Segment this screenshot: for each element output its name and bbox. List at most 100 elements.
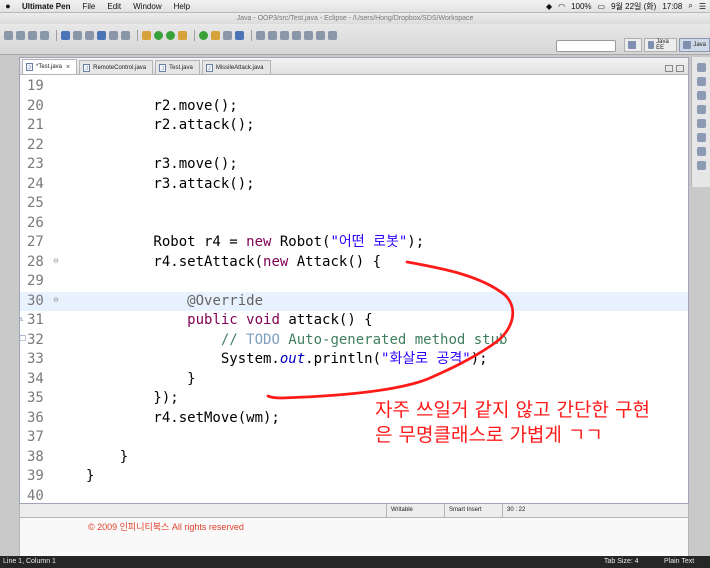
code-line[interactable]: 20 r2.move(); [20,97,688,117]
code-line[interactable]: 38 } [20,448,688,468]
menu-app-name[interactable]: Ultimate Pen [16,2,76,11]
code-text[interactable]: } [86,370,195,390]
code-text[interactable]: r2.move(); [86,97,237,117]
code-line[interactable]: 27 Robot r4 = new Robot("어떤 로봇"); [20,233,688,253]
open-perspective-button[interactable] [624,38,642,52]
line-number[interactable]: 31 [27,311,55,331]
back-icon[interactable] [316,30,325,40]
external-tools-icon[interactable] [178,30,187,40]
plugin-icon[interactable] [109,30,118,40]
maximize-icon[interactable] [676,65,684,72]
code-line[interactable]: 24 r3.attack(); [20,175,688,195]
code-text[interactable]: r3.move(); [86,155,237,175]
toggle-breadcrumb-icon[interactable] [280,30,289,40]
task-list-icon[interactable] [697,91,706,100]
fold-toggle-icon[interactable]: ⊖ [53,258,59,265]
toggle-icon[interactable] [121,30,130,40]
terminal-icon[interactable] [73,30,82,40]
code-line[interactable]: 30 ⊖ @Override [20,291,688,312]
mark-occurrences-icon[interactable] [268,30,277,40]
server-icon[interactable] [97,30,106,40]
code-text[interactable]: r4.setMove(wm); [86,409,279,429]
line-number[interactable]: 27 [27,233,55,253]
javadoc-icon[interactable] [697,119,706,128]
new-package-icon[interactable] [211,30,220,40]
line-number[interactable]: 37 [27,428,55,448]
line-number[interactable]: 39 [27,467,55,487]
line-number[interactable]: 22 [27,136,55,156]
status-line-column[interactable]: Line 1, Column 1 [3,556,56,568]
wifi-icon[interactable]: ◠ [558,2,565,11]
line-number[interactable]: 28 [27,253,55,273]
code-text[interactable]: } [86,448,128,468]
code-line[interactable]: 33 System.out.println("화살로 공격"); [20,350,688,370]
status-tab-size[interactable]: Tab Size: 4 [604,556,639,568]
save-all-icon[interactable] [28,30,37,40]
menu-help[interactable]: Help [168,2,196,11]
code-text[interactable]: r2.attack(); [86,116,254,136]
debug-icon[interactable] [154,30,163,40]
code-line[interactable]: 31 ▵ public void attack() { [20,311,688,331]
apple-menu-icon[interactable]: ● [0,1,16,11]
quick-access-input[interactable] [556,40,616,52]
tab-missile-attack-java[interactable]: J MissileAttack.java [201,60,271,74]
code-line[interactable]: 34 } [20,370,688,390]
forward-icon[interactable] [328,30,337,40]
line-number[interactable]: 40 [27,487,55,504]
line-number[interactable]: 30 [27,292,55,312]
code-line[interactable]: 28 ⊖ r4.setAttack(new Attack() { [20,253,688,273]
code-line[interactable]: 40 [20,487,688,504]
line-number[interactable]: 33 [27,350,55,370]
print-icon[interactable] [40,30,49,40]
code-line[interactable]: 22 [20,136,688,156]
code-line[interactable]: 21 r2.attack(); [20,116,688,136]
code-line[interactable]: 25 [20,194,688,214]
tab-test-java-dirty[interactable]: J *Test.java × [22,59,78,74]
save-icon[interactable] [16,30,25,40]
menu-edit[interactable]: Edit [101,2,127,11]
restore-icon[interactable] [697,63,706,72]
bug-icon[interactable] [142,30,151,40]
code-line[interactable]: 23 r3.move(); [20,155,688,175]
line-number[interactable]: 24 [27,175,55,195]
problems-icon[interactable] [697,105,706,114]
code-text[interactable]: public void attack() { [86,311,372,331]
open-type-icon[interactable] [223,30,232,40]
menu-window[interactable]: Window [127,2,167,11]
outline-icon[interactable] [697,77,706,86]
menu-file[interactable]: File [76,2,101,11]
annotation-icon[interactable] [256,30,265,40]
menubar-clock[interactable]: 17:08 [662,2,682,11]
dropbox-icon[interactable]: ◆ [546,2,552,11]
battery-percent[interactable]: 100% [571,2,591,11]
close-icon[interactable]: × [66,64,70,71]
code-line[interactable]: 26 [20,214,688,234]
line-number[interactable]: 34 [27,370,55,390]
code-text[interactable]: r4.setAttack(new Attack() { [86,253,381,273]
code-text[interactable]: // TODO Auto-generated method stub [86,331,508,351]
code-text[interactable]: System.out.println("화살로 공격"); [86,350,488,370]
code-line[interactable]: 19 [20,77,688,97]
declaration-icon[interactable] [697,133,706,142]
notification-center-icon[interactable]: ☰ [699,2,706,11]
perspective-java-ee[interactable]: Java EE [644,38,678,52]
window-icon[interactable] [85,30,94,40]
line-number[interactable]: 25 [27,194,55,214]
new-class-icon[interactable] [199,30,208,40]
new-file-icon[interactable] [4,30,13,40]
line-number[interactable]: 36 [27,409,55,429]
line-number[interactable]: 35 [27,389,55,409]
code-text[interactable]: r3.attack(); [86,175,254,195]
spotlight-icon[interactable]: ⌕ [688,1,692,11]
line-number[interactable]: 26 [27,214,55,234]
line-number[interactable]: 32 [27,331,55,351]
override-marker-icon[interactable]: ▵ [20,314,23,323]
line-number[interactable]: 20 [27,97,55,117]
code-line[interactable]: 32 ☐ // TODO Auto-generated method stub [20,331,688,351]
tab-remote-control-java[interactable]: J RemoteControl.java [79,60,154,74]
line-number[interactable]: 38 [27,448,55,468]
run-icon[interactable] [166,30,175,40]
minimize-icon[interactable] [665,65,673,72]
search-icon[interactable] [235,30,244,40]
tab-test-java[interactable]: J Test.java [155,60,200,74]
